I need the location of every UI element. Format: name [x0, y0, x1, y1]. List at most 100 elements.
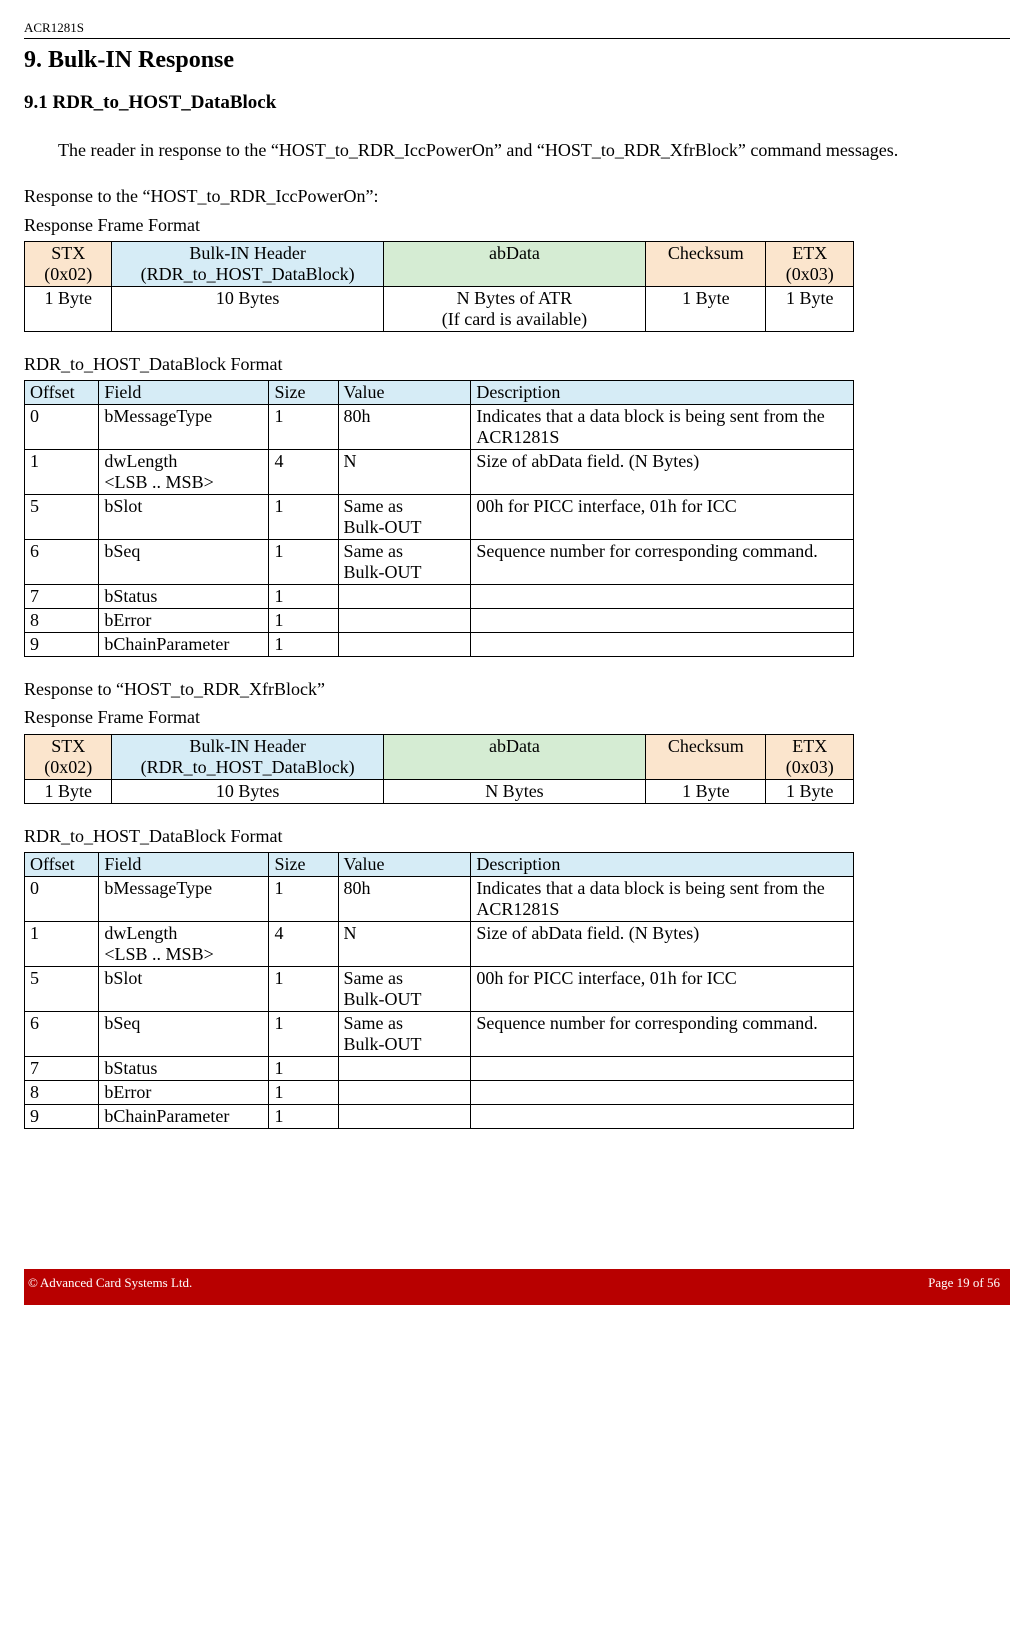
cell	[338, 585, 471, 609]
cell: Indicates that a data block is being sen…	[471, 405, 854, 450]
cell: Sequence number for corresponding comman…	[471, 540, 854, 585]
cell: Same asBulk-OUT	[338, 540, 471, 585]
cell: 1	[269, 633, 338, 657]
table-row: Offset Field Size Value Description	[25, 853, 854, 877]
cell: Size of abData field. (N Bytes)	[471, 922, 854, 967]
response-2-label: Response to “HOST_to_RDR_XfrBlock”	[24, 677, 1010, 701]
cell: bSlot	[99, 495, 269, 540]
cell: N	[338, 450, 471, 495]
cell: bMessageType	[99, 405, 269, 450]
page-number: Page 19 of 56	[928, 1275, 1000, 1291]
col-header: Field	[99, 853, 269, 877]
subsection-title: 9.1 RDR_to_HOST_DataBlock	[24, 92, 1010, 114]
cell: N	[338, 922, 471, 967]
cell: 8	[25, 609, 99, 633]
cell: bError	[99, 1081, 269, 1105]
table-row: Offset Field Size Value Description	[25, 381, 854, 405]
cell: dwLength<LSB .. MSB>	[99, 450, 269, 495]
cell	[471, 1105, 854, 1129]
frame-body-cell: 1 Byte	[25, 286, 112, 331]
cell: Indicates that a data block is being sen…	[471, 877, 854, 922]
frame-body-cell: N Bytes	[383, 779, 645, 803]
table-row: 1 dwLength<LSB .. MSB> 4 N Size of abDat…	[25, 922, 854, 967]
cell: 0	[25, 877, 99, 922]
cell: 1	[269, 585, 338, 609]
table-row: 9 bChainParameter 1	[25, 633, 854, 657]
table-row: 6 bSeq 1 Same asBulk-OUT Sequence number…	[25, 1012, 854, 1057]
frame-body-cell: N Bytes of ATR(If card is available)	[383, 286, 645, 331]
cell: bError	[99, 609, 269, 633]
frame-header-bulkin: Bulk-IN Header(RDR_to_HOST_DataBlock)	[112, 734, 383, 779]
format-table-2: Offset Field Size Value Description 0 bM…	[24, 852, 854, 1129]
doc-header: ACR1281S	[24, 20, 1010, 36]
frame-header-bulkin: Bulk-IN Header(RDR_to_HOST_DataBlock)	[112, 241, 383, 286]
frame-body-cell: 1 Byte	[646, 779, 766, 803]
cell: 1	[269, 1057, 338, 1081]
cell	[471, 585, 854, 609]
cell: 9	[25, 633, 99, 657]
cell: 1	[269, 495, 338, 540]
col-header: Field	[99, 381, 269, 405]
cell: 0	[25, 405, 99, 450]
cell: 1	[25, 922, 99, 967]
table-row: 5 bSlot 1 Same asBulk-OUT 00h for PICC i…	[25, 495, 854, 540]
cell	[338, 1081, 471, 1105]
cell	[338, 1057, 471, 1081]
frame-body-cell: 10 Bytes	[112, 779, 383, 803]
frame-header-stx: STX(0x02)	[25, 241, 112, 286]
cell: Same asBulk-OUT	[338, 967, 471, 1012]
table-row: 8 bError 1	[25, 609, 854, 633]
datablock-format-label: RDR_to_HOST_DataBlock Format	[24, 352, 1010, 376]
col-header: Description	[471, 853, 854, 877]
cell: 1	[269, 967, 338, 1012]
cell: 1	[269, 1105, 338, 1129]
cell: bSeq	[99, 1012, 269, 1057]
cell	[338, 1105, 471, 1129]
cell: bChainParameter	[99, 1105, 269, 1129]
frame-format-label-2: Response Frame Format	[24, 705, 1010, 729]
table-row: 7 bStatus 1	[25, 1057, 854, 1081]
cell: 4	[269, 450, 338, 495]
cell: 1	[269, 1081, 338, 1105]
table-row: 0 bMessageType 1 80h Indicates that a da…	[25, 877, 854, 922]
frame-body-cell: 1 Byte	[646, 286, 766, 331]
cell: Size of abData field. (N Bytes)	[471, 450, 854, 495]
frame-header-stx: STX(0x02)	[25, 734, 112, 779]
cell: 7	[25, 1057, 99, 1081]
frame-header-etx: ETX(0x03)	[766, 241, 854, 286]
cell	[471, 633, 854, 657]
col-header: Offset	[25, 381, 99, 405]
cell	[338, 609, 471, 633]
cell: 4	[269, 922, 338, 967]
cell: 00h for PICC interface, 01h for ICC	[471, 967, 854, 1012]
cell: 6	[25, 540, 99, 585]
frame-header-checksum: Checksum	[646, 734, 766, 779]
cell: bStatus	[99, 1057, 269, 1081]
copyright-text: Advanced Card Systems Ltd.	[40, 1275, 192, 1291]
frame-header-abdata: abData	[383, 241, 645, 286]
col-header: Description	[471, 381, 854, 405]
col-header: Offset	[25, 853, 99, 877]
cell: dwLength<LSB .. MSB>	[99, 922, 269, 967]
cell: Same asBulk-OUT	[338, 1012, 471, 1057]
col-header: Size	[269, 381, 338, 405]
copyright-symbol: ©	[28, 1275, 38, 1291]
col-header: Value	[338, 853, 471, 877]
cell	[338, 633, 471, 657]
page-footer: © Advanced Card Systems Ltd. Page 19 of …	[24, 1269, 1010, 1305]
cell: 1	[269, 877, 338, 922]
table-row: 7 bStatus 1	[25, 585, 854, 609]
frame-table-1: STX(0x02) Bulk-IN Header(RDR_to_HOST_Dat…	[24, 241, 854, 332]
cell: 5	[25, 967, 99, 1012]
header-rule	[24, 38, 1010, 39]
cell: 9	[25, 1105, 99, 1129]
cell	[471, 1081, 854, 1105]
format-table-1: Offset Field Size Value Description 0 bM…	[24, 380, 854, 657]
table-row: STX(0x02) Bulk-IN Header(RDR_to_HOST_Dat…	[25, 241, 854, 286]
cell: Sequence number for corresponding comman…	[471, 1012, 854, 1057]
frame-body-cell: 10 Bytes	[112, 286, 383, 331]
table-row: 9 bChainParameter 1	[25, 1105, 854, 1129]
cell: bSeq	[99, 540, 269, 585]
cell: 1	[269, 609, 338, 633]
col-header: Size	[269, 853, 338, 877]
